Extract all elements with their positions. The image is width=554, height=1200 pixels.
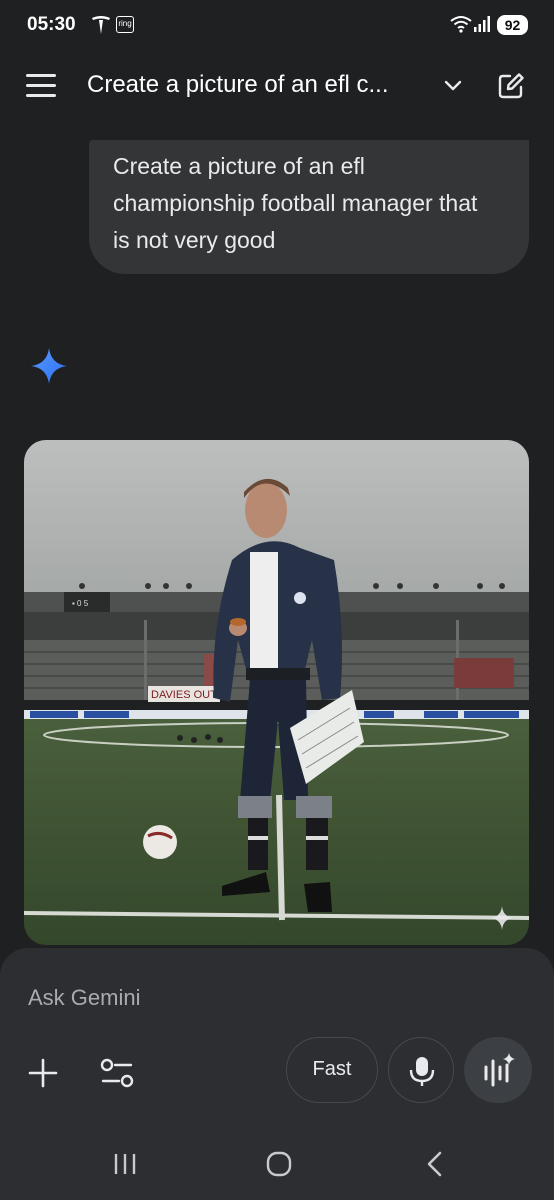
system-navigation-bar [0,1128,554,1200]
menu-icon [26,74,56,77]
microphone-icon [409,1057,435,1086]
chevron-down-icon[interactable] [441,74,465,98]
generated-image[interactable]: ▪ 0 5 DAVIES OUT [24,440,529,945]
microphone-button[interactable] [388,1037,454,1103]
svg-text:▪ 0 5: ▪ 0 5 [72,599,89,608]
menu-button[interactable] [26,74,60,102]
battery-indicator: 92 [497,15,528,35]
app-header: Create a picture of an efl c... [0,52,554,122]
live-waveform-icon [484,1053,515,1087]
home-icon[interactable] [266,1151,292,1177]
recent-apps-icon[interactable] [112,1152,138,1176]
signal-icon [474,16,490,32]
new-chat-icon[interactable] [497,72,525,100]
back-icon[interactable] [424,1150,444,1178]
ring-app-icon: ring [116,16,134,33]
status-bar: 05:30 ring 92 [0,0,554,52]
gemini-live-button[interactable] [464,1037,532,1103]
wifi-icon [450,16,472,33]
conversation-title[interactable]: Create a picture of an efl c... [87,71,389,99]
status-time: 05:30 [27,14,76,35]
user-message-text: Create a picture of an efl championship … [113,153,478,253]
tesla-icon [92,16,110,34]
davies-out-banner: DAVIES OUT [151,689,217,701]
user-message-bubble: Create a picture of an efl championship … [89,140,529,274]
mode-selector-button[interactable]: Fast [286,1037,378,1103]
tools-icon[interactable] [99,1056,135,1090]
gemini-sparkle-icon [31,348,67,384]
ask-gemini-input[interactable]: Ask Gemini [28,985,140,1011]
add-icon[interactable] [26,1056,60,1090]
